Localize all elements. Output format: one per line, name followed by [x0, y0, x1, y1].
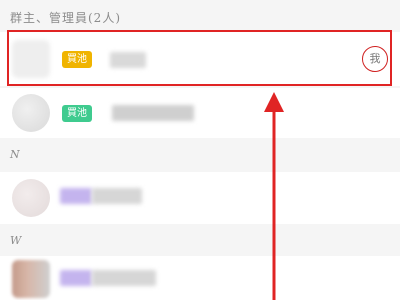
avatar	[12, 94, 50, 132]
highlight-box-annotation	[7, 30, 392, 86]
role-badge-admin: 買池	[62, 105, 92, 122]
group-member-list: 群主、管理員(2人) 買池 我 買池 N W	[0, 0, 400, 300]
member-name-blurred	[60, 270, 92, 286]
section-letter: W	[10, 234, 23, 247]
member-name-blurred	[92, 270, 156, 286]
member-row[interactable]	[0, 256, 400, 300]
avatar	[12, 260, 50, 298]
section-header-admins: 群主、管理員(2人)	[10, 9, 400, 29]
section-title: 群主、管理員(2人)	[10, 11, 121, 25]
member-name-blurred	[92, 188, 142, 204]
section-letter: N	[10, 148, 21, 161]
member-name-blurred	[60, 188, 92, 204]
avatar	[12, 179, 50, 217]
member-row[interactable]	[0, 172, 400, 224]
section-header-w: W	[10, 234, 400, 250]
member-name-blurred	[112, 105, 194, 121]
member-row-admin[interactable]: 買池	[0, 88, 400, 138]
section-header-n: N	[10, 148, 400, 164]
